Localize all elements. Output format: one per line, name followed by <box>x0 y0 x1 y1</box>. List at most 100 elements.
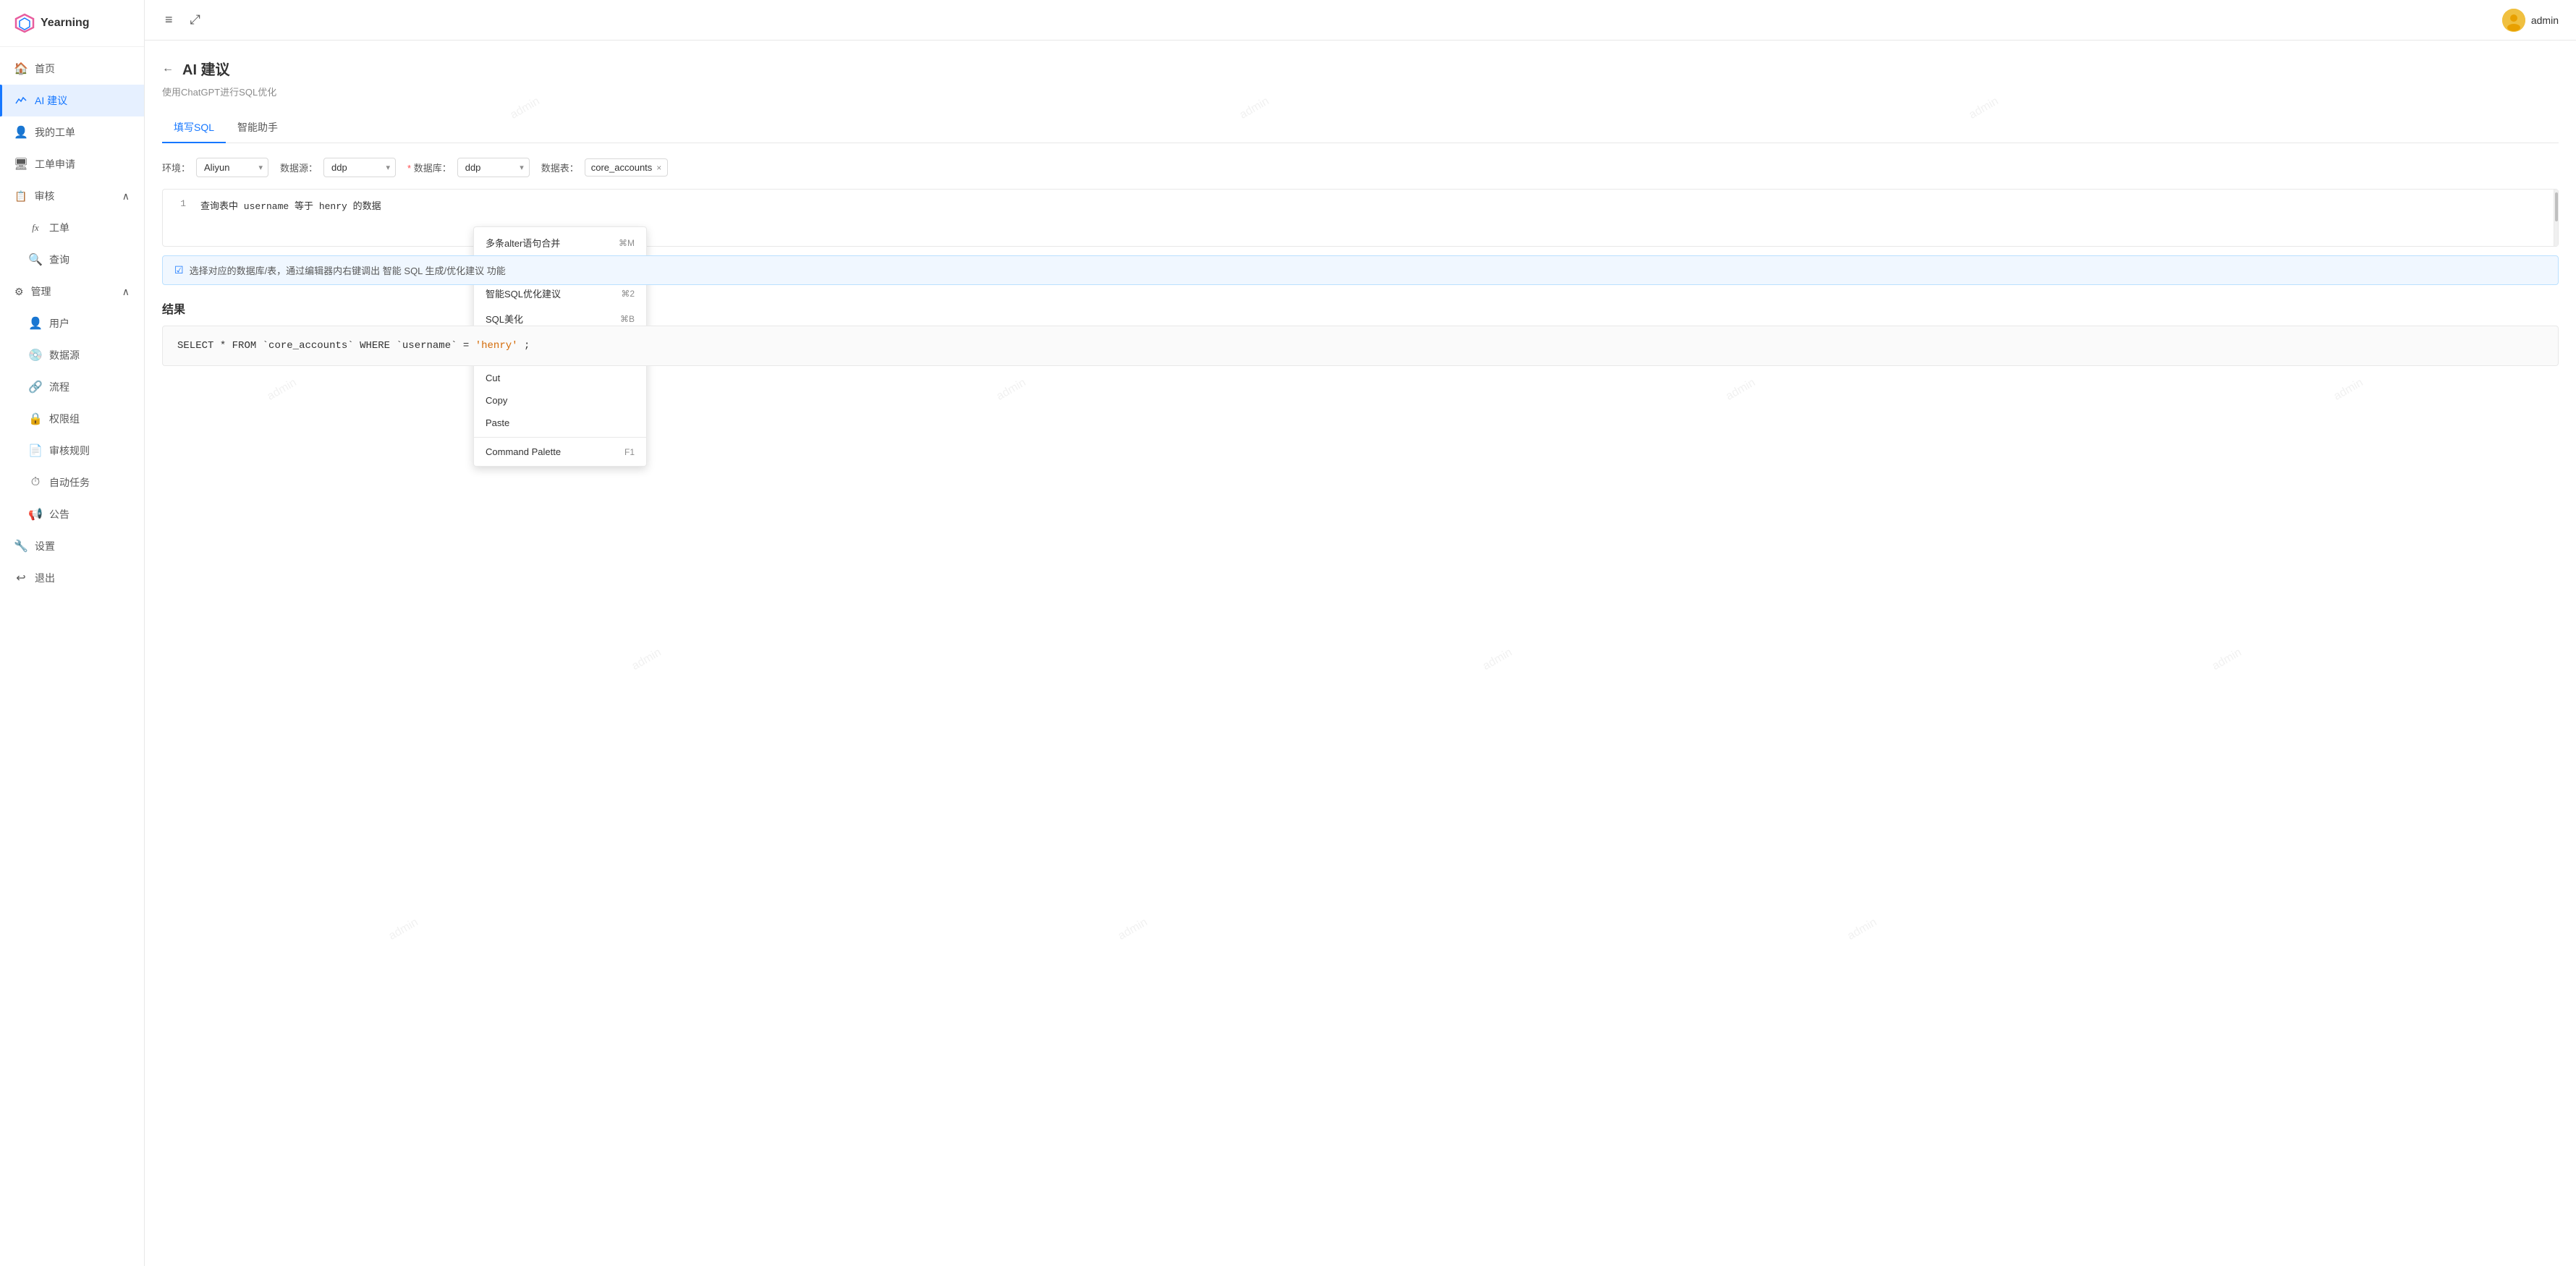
watermark-text-13: admin <box>1845 916 1879 943</box>
watermark-text-7: admin <box>2331 377 2365 404</box>
info-banner-text: 选择对应的数据库/表，通过编辑器内右键调出 智能 SQL 生成/优化建议 功能 <box>190 263 506 277</box>
audit-rules-icon: 📄 <box>29 444 42 457</box>
menu-item-multi-alter[interactable]: 多条alter语句合并 ⌘M <box>474 230 646 255</box>
audit-sub-items: fx 工单 🔍 查询 <box>0 212 144 276</box>
manage-icon: ⚙ <box>14 286 24 298</box>
editor-wrapper: 1 查询表中 username 等于 henry 的数据 多条alter语句合并… <box>162 189 2559 247</box>
info-banner: ☑ 选择对应的数据库/表，通过编辑器内右键调出 智能 SQL 生成/优化建议 功… <box>162 255 2559 285</box>
watermark-text-11: admin <box>386 916 420 943</box>
menu-shortcut-smart-sql-opt: ⌘2 <box>621 289 635 299</box>
sidebar-item-workorder[interactable]: 👤 我的工单 <box>0 116 144 148</box>
workorder-icon: 👤 <box>14 126 27 139</box>
query-icon: 🔍 <box>29 253 42 266</box>
sidebar-item-query[interactable]: 🔍 查询 <box>14 244 144 276</box>
sidebar-item-manage-label: 管理 <box>31 284 51 299</box>
sidebar-item-audit-rules[interactable]: 📄 审核规则 <box>14 435 144 467</box>
datasource-icon: 💿 <box>29 349 42 362</box>
sql-keyword-select: SELECT <box>177 340 213 352</box>
sidebar-item-audit-workorder-label: 工单 <box>49 221 69 235</box>
menu-label-cut: Cut <box>486 373 500 383</box>
manage-chevron-icon: ∧ <box>122 286 130 298</box>
sql-operator-star: * <box>220 340 232 352</box>
announcement-icon: 📢 <box>29 508 42 521</box>
tabs-container: 填写SQL 智能助手 <box>162 113 2559 143</box>
home-icon: 🏠 <box>14 62 27 75</box>
user-name: admin <box>2531 14 2559 26</box>
menu-label-smart-sql-opt: 智能SQL优化建议 <box>486 286 561 300</box>
sidebar-item-apply-label: 工单申请 <box>35 157 75 171</box>
tab-fill-sql[interactable]: 填写SQL <box>162 113 226 143</box>
sidebar-item-auto-task-label: 自动任务 <box>49 475 90 490</box>
table-tag: core_accounts × <box>585 158 669 177</box>
datasource-select[interactable]: ddp <box>323 158 396 177</box>
sidebar-group-manage[interactable]: ⚙ 管理 ∧ <box>0 276 144 307</box>
users-icon: 👤 <box>29 317 42 330</box>
sidebar-item-ai[interactable]: AI 建议 <box>0 85 144 116</box>
sidebar-item-auto-task[interactable]: ⏱ 自动任务 <box>14 467 144 498</box>
menu-item-paste[interactable]: Paste <box>474 412 646 434</box>
logo-area: Yearning <box>0 0 144 47</box>
user-avatar <box>2502 9 2525 32</box>
sidebar-item-users-label: 用户 <box>49 316 69 331</box>
menu-item-command-palette[interactable]: Command Palette F1 <box>474 441 646 463</box>
auto-task-icon: ⏱ <box>29 476 42 489</box>
sql-table: `core_accounts` <box>263 340 360 352</box>
menu-divider-3 <box>474 437 646 438</box>
watermark-text-4: admin <box>265 377 299 404</box>
sidebar-item-ai-label: AI 建议 <box>35 93 67 108</box>
menu-label-command-palette: Command Palette <box>486 446 561 457</box>
topbar-left: ≡ ⤢ <box>162 9 203 30</box>
db-item: 数据库： ddp <box>407 158 530 177</box>
page-subtitle: 使用ChatGPT进行SQL优化 <box>162 85 2559 98</box>
env-select-wrapper: Aliyun <box>196 158 268 177</box>
audit-icon: 📋 <box>14 190 27 203</box>
sidebar-item-datasource-label: 数据源 <box>49 348 80 362</box>
watermark-text-10: admin <box>2210 646 2244 673</box>
sidebar-item-logout[interactable]: ↩ 退出 <box>0 562 144 594</box>
db-select[interactable]: ddp <box>457 158 530 177</box>
env-item: 环境： Aliyun <box>162 158 268 177</box>
env-select[interactable]: Aliyun <box>196 158 268 177</box>
sidebar-item-settings[interactable]: 🔧 设置 <box>0 530 144 562</box>
line-content: 查询表中 username 等于 henry 的数据 <box>200 198 381 212</box>
sidebar-item-settings-label: 设置 <box>35 539 55 553</box>
sidebar-group-audit[interactable]: 📋 审核 ∧ <box>0 180 144 212</box>
sidebar-item-flow-label: 流程 <box>49 380 69 394</box>
manage-sub-items: 👤 用户 💿 数据源 🔗 流程 🔒 权限组 📄 审核规则 ⏱ 自动任务 <box>0 307 144 530</box>
sidebar-item-home[interactable]: 🏠 首页 <box>0 53 144 85</box>
sidebar-item-announcement[interactable]: 📢 公告 <box>14 498 144 530</box>
main-area: ≡ ⤢ admin admin admin admin admin admin … <box>145 0 2576 1266</box>
expand-icon[interactable]: ⤢ <box>187 9 203 30</box>
result-section: 结果 SELECT * FROM `core_accounts` WHERE `… <box>162 299 2559 366</box>
result-code: SELECT * FROM `core_accounts` WHERE `use… <box>162 326 2559 366</box>
tab-ai-assistant[interactable]: 智能助手 <box>226 113 289 143</box>
env-label: 环境： <box>162 161 190 174</box>
audit-group-left: 📋 审核 <box>14 189 54 203</box>
menu-label-paste: Paste <box>486 417 509 428</box>
watermark-text-9: admin <box>1480 646 1514 673</box>
sidebar-item-datasource[interactable]: 💿 数据源 <box>14 339 144 371</box>
menu-item-copy[interactable]: Copy <box>474 389 646 412</box>
manage-group-left: ⚙ 管理 <box>14 284 51 299</box>
sidebar-item-permissions[interactable]: 🔒 权限组 <box>14 403 144 435</box>
logo-icon <box>14 13 35 33</box>
back-button[interactable]: ← <box>162 62 174 75</box>
editor-line-1: 1 查询表中 username 等于 henry 的数据 <box>163 190 2558 221</box>
fx-icon: fx <box>29 221 42 234</box>
watermark-text-6: admin <box>1724 377 1758 404</box>
sidebar-item-users[interactable]: 👤 用户 <box>14 307 144 339</box>
table-label: 数据表： <box>541 161 579 174</box>
audit-chevron-icon: ∧ <box>122 190 130 203</box>
menu-item-cut[interactable]: Cut <box>474 367 646 389</box>
sidebar-item-flow[interactable]: 🔗 流程 <box>14 371 144 403</box>
sidebar-item-audit-workorder[interactable]: fx 工单 <box>14 212 144 244</box>
sidebar-item-home-label: 首页 <box>35 61 55 76</box>
sql-semicolon: ; <box>524 340 530 352</box>
watermark-text-5: admin <box>994 377 1028 404</box>
menu-toggle-icon[interactable]: ≡ <box>162 9 176 30</box>
app-name: Yearning <box>41 17 90 30</box>
editor-scrollbar[interactable] <box>2554 190 2558 246</box>
db-select-wrapper: ddp <box>457 158 530 177</box>
sidebar-item-apply[interactable]: 🖥 工单申请 <box>0 148 144 180</box>
table-tag-close[interactable]: × <box>656 163 661 173</box>
